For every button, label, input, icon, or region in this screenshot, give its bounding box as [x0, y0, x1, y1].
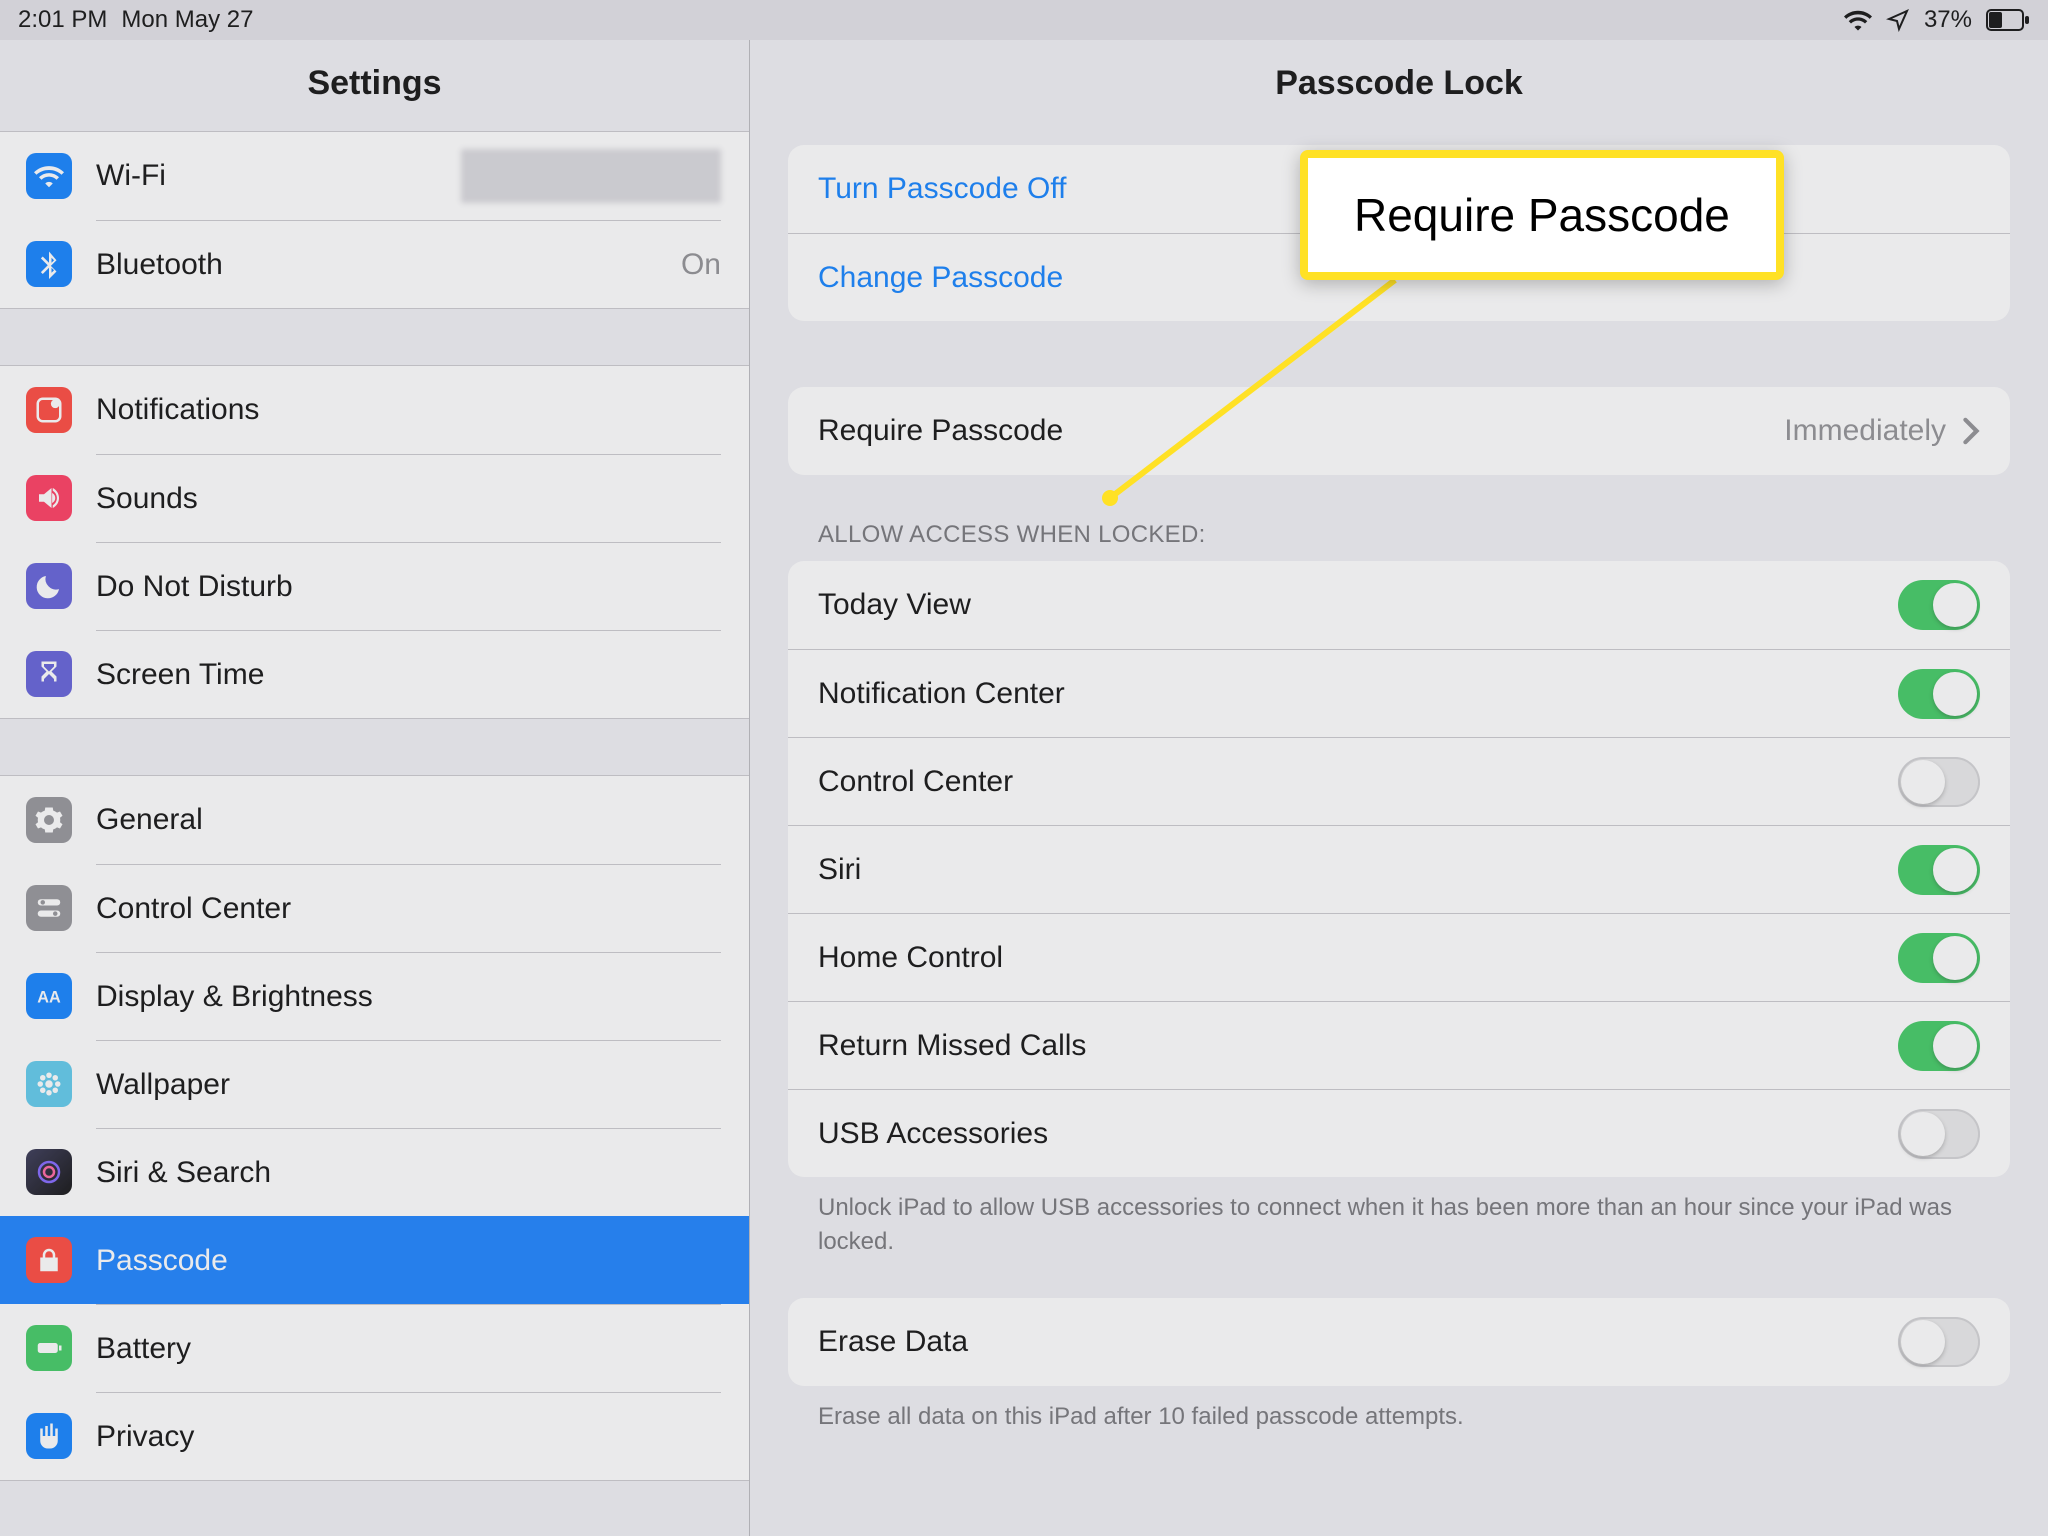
control-center-toggle[interactable]: [1898, 757, 1980, 807]
wifi-settings-icon: [26, 153, 72, 199]
today-view-toggle[interactable]: [1898, 580, 1980, 630]
allow-access-header: ALLOW ACCESS WHEN LOCKED:: [788, 475, 2010, 561]
sidebar-title: Settings: [0, 40, 749, 131]
toggle-row-siri: Siri: [788, 825, 2010, 913]
sidebar-item-label: Privacy: [96, 1420, 194, 1454]
chevron-right-icon: [1962, 417, 1980, 445]
toggle-row-missed: Return Missed Calls: [788, 1001, 2010, 1089]
sidebar-item-notifications[interactable]: Notifications: [0, 366, 749, 454]
sidebar-item-label: Wallpaper: [96, 1068, 230, 1102]
sidebar-item-label: Display & Brightness: [96, 980, 373, 1014]
sidebar-item-privacy[interactable]: Privacy: [0, 1392, 749, 1480]
sidebar-item-sounds[interactable]: Sounds: [0, 454, 749, 542]
sidebar-item-label: Sounds: [96, 482, 198, 516]
erase-data-row: Erase Data: [788, 1298, 2010, 1386]
wifi-network-redacted: [461, 149, 721, 203]
hand-icon: [26, 1413, 72, 1459]
settings-sidebar: Settings Wi-Fi Bluetooth On Notifications: [0, 40, 750, 1536]
sidebar-item-label: Do Not Disturb: [96, 570, 293, 604]
sidebar-item-siri[interactable]: Siri & Search: [0, 1128, 749, 1216]
sidebar-item-label: Siri & Search: [96, 1156, 271, 1190]
detail-title: Passcode Lock: [750, 40, 2048, 129]
sidebar-item-passcode[interactable]: Passcode: [0, 1216, 749, 1304]
callout-require-passcode: Require Passcode: [1300, 150, 1784, 280]
notifications-icon: [26, 387, 72, 433]
wifi-icon: [1844, 9, 1872, 31]
toggle-row-usb: USB Accessories: [788, 1089, 2010, 1177]
toggles-icon: [26, 885, 72, 931]
require-passcode-label: Require Passcode: [818, 414, 1063, 448]
sidebar-item-controlcenter[interactable]: Control Center: [0, 864, 749, 952]
bluetooth-value: On: [681, 248, 721, 282]
battery-settings-icon: [26, 1325, 72, 1371]
sidebar-item-battery[interactable]: Battery: [0, 1304, 749, 1392]
sidebar-item-label: Bluetooth: [96, 248, 223, 282]
home-control-toggle[interactable]: [1898, 933, 1980, 983]
toggle-row-home: Home Control: [788, 913, 2010, 1001]
moon-icon: [26, 563, 72, 609]
flower-icon: [26, 1061, 72, 1107]
svg-text:AA: AA: [37, 988, 61, 1006]
bluetooth-icon: [26, 241, 72, 287]
sidebar-item-label: Wi-Fi: [96, 159, 166, 193]
sidebar-item-wifi[interactable]: Wi-Fi: [0, 132, 749, 220]
sidebar-item-general[interactable]: General: [0, 776, 749, 864]
toggle-row-controlcenter: Control Center: [788, 737, 2010, 825]
siri-toggle[interactable]: [1898, 845, 1980, 895]
require-passcode-row[interactable]: Require Passcode Immediately: [788, 387, 2010, 475]
sidebar-item-display[interactable]: AA Display & Brightness: [0, 952, 749, 1040]
sidebar-item-label: Control Center: [96, 892, 291, 926]
sidebar-item-screentime[interactable]: Screen Time: [0, 630, 749, 718]
battery-icon: [1986, 9, 2030, 31]
sidebar-item-bluetooth[interactable]: Bluetooth On: [0, 220, 749, 308]
return-missed-calls-toggle[interactable]: [1898, 1021, 1980, 1071]
hourglass-icon: [26, 651, 72, 697]
erase-data-toggle[interactable]: [1898, 1317, 1980, 1367]
lock-icon: [26, 1237, 72, 1283]
gear-icon: [26, 797, 72, 843]
siri-icon: [26, 1149, 72, 1195]
sidebar-item-label: Notifications: [96, 393, 259, 427]
sidebar-item-label: Battery: [96, 1332, 191, 1366]
notification-center-toggle[interactable]: [1898, 669, 1980, 719]
sidebar-item-wallpaper[interactable]: Wallpaper: [0, 1040, 749, 1128]
aa-icon: AA: [26, 973, 72, 1019]
require-passcode-value: Immediately: [1784, 414, 1946, 448]
status-bar: 2:01 PM Mon May 27 37%: [0, 0, 2048, 40]
sidebar-item-label: Screen Time: [96, 658, 264, 692]
usb-footer-note: Unlock iPad to allow USB accessories to …: [788, 1177, 2010, 1258]
sidebar-item-dnd[interactable]: Do Not Disturb: [0, 542, 749, 630]
toggle-row-today: Today View: [788, 561, 2010, 649]
status-date: Mon May 27: [121, 6, 253, 34]
status-time: 2:01 PM: [18, 6, 107, 34]
sidebar-item-label: General: [96, 803, 203, 837]
erase-footer-note: Erase all data on this iPad after 10 fai…: [788, 1386, 2010, 1434]
usb-accessories-toggle[interactable]: [1898, 1109, 1980, 1159]
battery-pct: 37%: [1924, 6, 1972, 34]
sounds-icon: [26, 475, 72, 521]
sidebar-item-label: Passcode: [96, 1244, 228, 1278]
location-icon: [1886, 8, 1910, 32]
toggle-row-notifcenter: Notification Center: [788, 649, 2010, 737]
